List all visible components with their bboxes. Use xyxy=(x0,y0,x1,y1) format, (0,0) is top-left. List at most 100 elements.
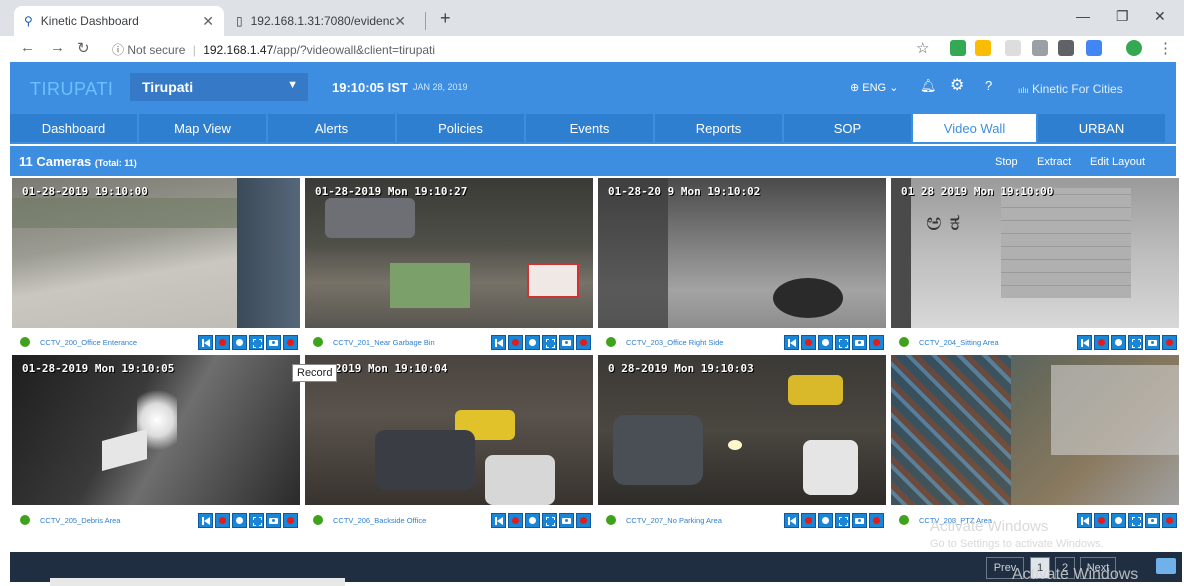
camera-feed[interactable]: ಅ ಕ 01 28 2019 Mon 19:10:00 xyxy=(891,178,1179,328)
fullscreen-icon[interactable] xyxy=(835,334,850,350)
extension-icon[interactable] xyxy=(950,40,966,56)
info-icon[interactable] xyxy=(818,512,833,528)
tab-urban[interactable]: URBAN xyxy=(1038,114,1165,142)
fullscreen-icon[interactable] xyxy=(542,334,557,350)
snapshot-icon[interactable] xyxy=(266,334,281,350)
record-icon[interactable] xyxy=(215,512,230,528)
bookmark-star-icon[interactable]: ☆ xyxy=(916,39,929,57)
record-icon[interactable] xyxy=(869,512,884,528)
extension-icon[interactable] xyxy=(1086,40,1102,56)
fullscreen-icon[interactable] xyxy=(1128,512,1143,528)
snapshot-icon[interactable] xyxy=(1145,512,1160,528)
tab-sop[interactable]: SOP xyxy=(784,114,911,142)
record-icon[interactable] xyxy=(283,512,298,528)
info-icon[interactable] xyxy=(818,334,833,350)
status-online-icon xyxy=(313,515,323,525)
info-icon[interactable]: ⓘ xyxy=(112,43,124,57)
reload-icon[interactable]: ↻ xyxy=(77,39,90,57)
camera-feed[interactable]: 0 28-2019 Mon 19:10:03 xyxy=(598,355,886,505)
skip-back-icon[interactable] xyxy=(1077,334,1092,350)
tab-map-view[interactable]: Map View xyxy=(139,114,266,142)
gear-icon[interactable]: ⚙ xyxy=(950,75,964,95)
camera-feed[interactable]: 01-28-2019 Mon 19:10:27 xyxy=(305,178,593,328)
record-icon[interactable] xyxy=(1094,512,1109,528)
fullscreen-icon[interactable] xyxy=(1128,334,1143,350)
fullscreen-icon[interactable] xyxy=(835,512,850,528)
menu-kebab-icon[interactable]: ⋮ xyxy=(1158,39,1173,57)
record-icon[interactable] xyxy=(1094,334,1109,350)
forward-icon[interactable]: → xyxy=(50,39,65,56)
skip-back-icon[interactable] xyxy=(784,512,799,528)
info-icon[interactable] xyxy=(525,512,540,528)
profile-avatar[interactable] xyxy=(1126,40,1142,56)
record-icon[interactable] xyxy=(576,334,591,350)
info-icon[interactable] xyxy=(232,512,247,528)
record-icon[interactable] xyxy=(1162,334,1177,350)
tab-dashboard[interactable]: Dashboard xyxy=(10,114,137,142)
snapshot-icon[interactable] xyxy=(1145,334,1160,350)
record-icon[interactable] xyxy=(508,334,523,350)
extension-icon[interactable] xyxy=(1005,40,1021,56)
restore-icon[interactable]: ❐ xyxy=(1116,8,1129,25)
w-extension-icon[interactable] xyxy=(1058,40,1074,56)
snapshot-icon[interactable] xyxy=(559,512,574,528)
skip-back-icon[interactable] xyxy=(491,334,506,350)
camera-feed[interactable] xyxy=(891,355,1179,505)
recycle-extension-icon[interactable] xyxy=(1032,40,1048,56)
record-icon[interactable] xyxy=(508,512,523,528)
close-tab-icon[interactable]: ✕ xyxy=(394,13,406,30)
record-icon[interactable] xyxy=(801,334,816,350)
tab-events[interactable]: Events xyxy=(526,114,653,142)
camera-feed[interactable]: 01-28-2019 19:10:00 xyxy=(12,178,300,328)
extract-button[interactable]: Extract xyxy=(1037,156,1071,168)
minimize-icon[interactable]: — xyxy=(1076,8,1090,24)
edit-layout-button[interactable]: Edit Layout xyxy=(1090,156,1145,168)
skip-back-icon[interactable] xyxy=(784,334,799,350)
extension-icon[interactable] xyxy=(975,40,991,56)
stop-button[interactable]: Stop xyxy=(995,156,1018,168)
info-icon[interactable] xyxy=(525,334,540,350)
browser-tab-active[interactable]: ⚲ Kinetic Dashboard ✕ xyxy=(14,6,224,36)
new-tab-icon[interactable]: + xyxy=(440,8,451,29)
status-online-icon xyxy=(606,337,616,347)
record-icon[interactable] xyxy=(283,334,298,350)
close-tab-icon[interactable]: ✕ xyxy=(202,13,214,30)
record-icon[interactable] xyxy=(1162,512,1177,528)
camera-feed[interactable]: 01-28-20 9 Mon 19:10:02 xyxy=(598,178,886,328)
info-icon[interactable] xyxy=(1111,334,1126,350)
skip-back-icon[interactable] xyxy=(198,512,213,528)
url-field[interactable]: ⓘ Not secure | 192.168.1.47/app/?videowa… xyxy=(112,41,435,58)
fullscreen-icon[interactable] xyxy=(249,512,264,528)
skip-back-icon[interactable] xyxy=(1077,512,1092,528)
record-icon[interactable] xyxy=(576,512,591,528)
tab-reports[interactable]: Reports xyxy=(655,114,782,142)
bell-icon[interactable]: 🔔︎ xyxy=(920,78,937,94)
help-icon[interactable]: ? xyxy=(985,78,992,93)
fullscreen-icon[interactable] xyxy=(249,334,264,350)
record-icon[interactable] xyxy=(801,512,816,528)
browser-tab-inactive[interactable]: ▯ 192.168.1.31:7080/evidence/ivm ✕ xyxy=(226,6,416,36)
snapshot-icon[interactable] xyxy=(266,512,281,528)
skip-back-icon[interactable] xyxy=(491,512,506,528)
camera-control-bar: CCTV_205_Debris Area xyxy=(10,509,300,531)
camera-feed[interactable]: 28 2019 Mon 19:10:04 xyxy=(305,355,593,505)
camera-feed[interactable]: 01-28-2019 Mon 19:10:05 xyxy=(12,355,300,505)
tab-alerts[interactable]: Alerts xyxy=(268,114,395,142)
snapshot-icon[interactable] xyxy=(852,334,867,350)
language-selector[interactable]: ⊕ ENG ⌄ xyxy=(850,81,898,94)
tab-policies[interactable]: Policies xyxy=(397,114,524,142)
close-window-icon[interactable]: ✕ xyxy=(1154,8,1166,25)
info-icon[interactable] xyxy=(232,334,247,350)
record-icon[interactable] xyxy=(215,334,230,350)
skip-back-icon[interactable] xyxy=(198,334,213,350)
back-icon[interactable]: ← xyxy=(20,39,35,56)
city-select[interactable]: Tirupati ▼ xyxy=(130,73,308,101)
tab-video-wall[interactable]: Video Wall xyxy=(913,114,1036,142)
record-icon[interactable] xyxy=(869,334,884,350)
snapshot-icon[interactable] xyxy=(559,334,574,350)
horizontal-scrollbar[interactable] xyxy=(50,578,345,586)
info-icon[interactable] xyxy=(1111,512,1126,528)
fullscreen-icon[interactable] xyxy=(542,512,557,528)
snapshot-icon[interactable] xyxy=(852,512,867,528)
chat-icon[interactable] xyxy=(1156,558,1176,574)
